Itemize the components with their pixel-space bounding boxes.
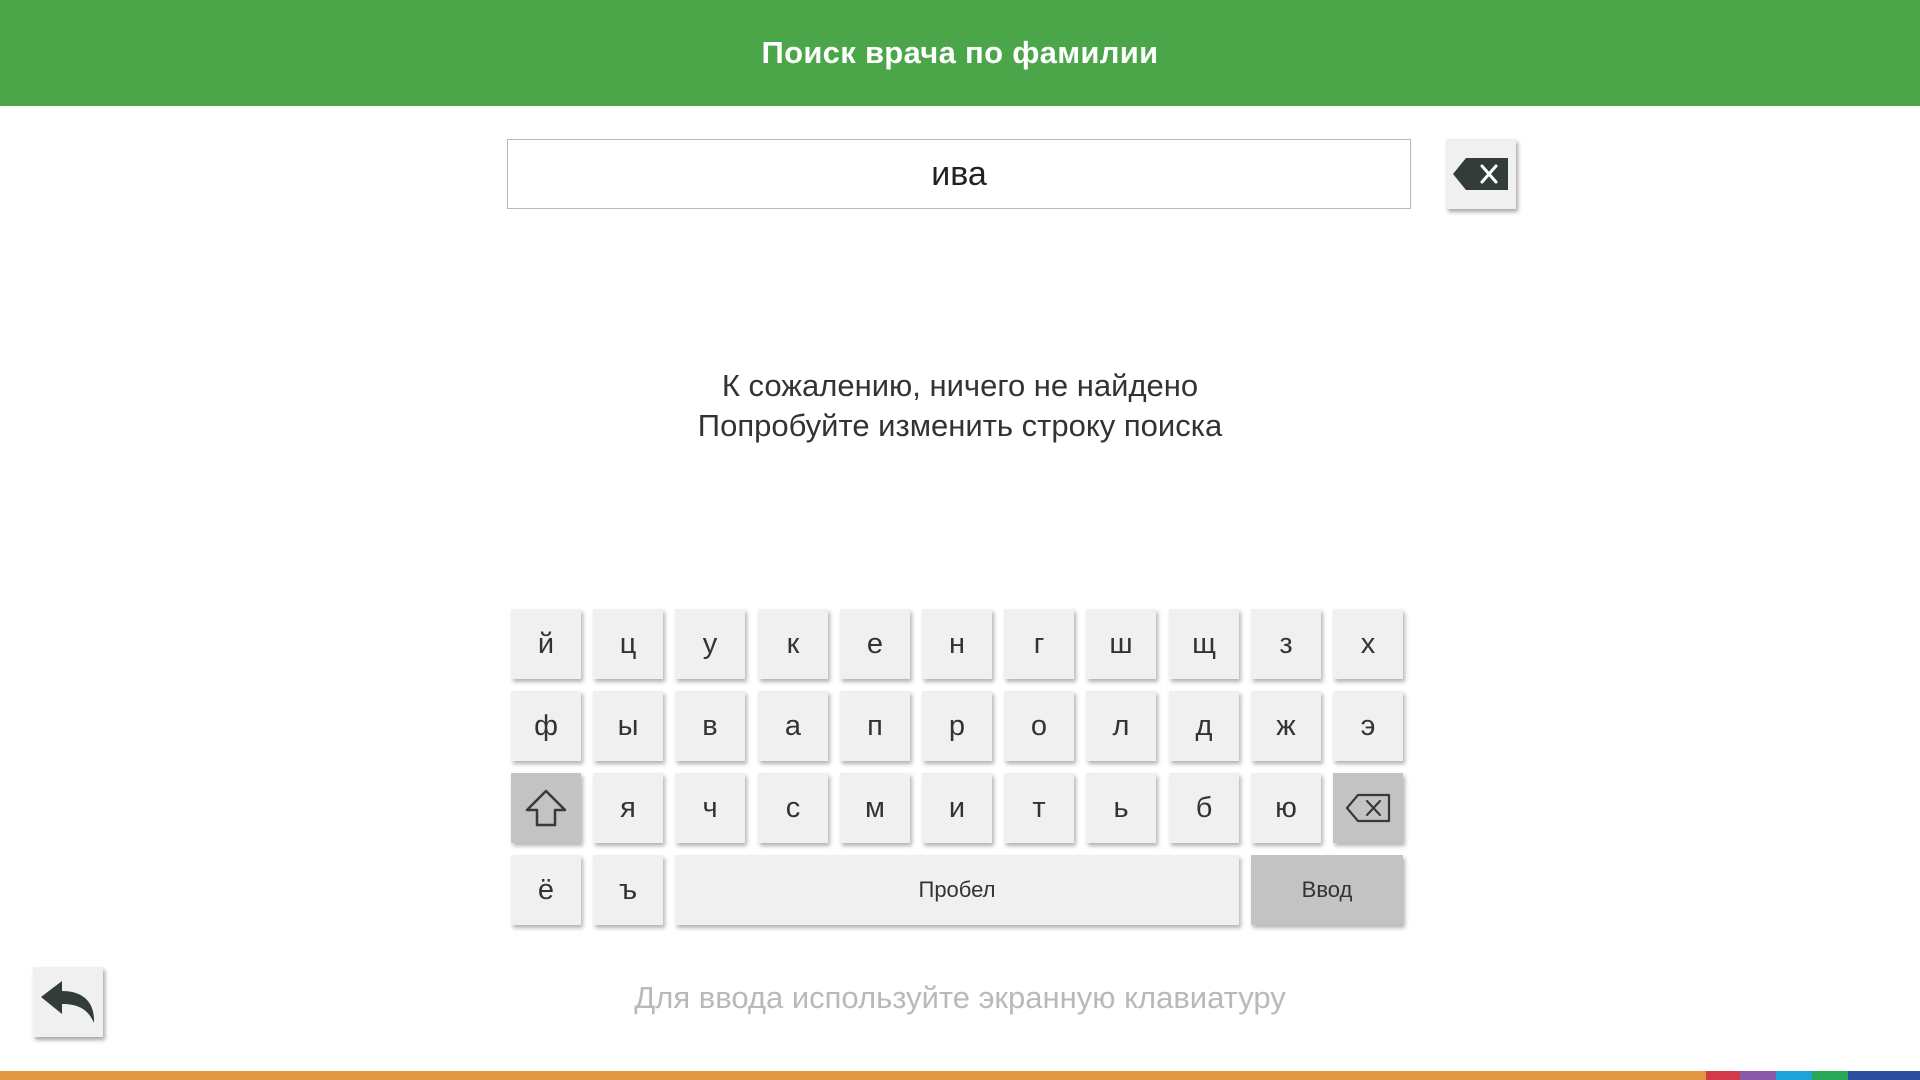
header: Поиск врача по фамилии xyxy=(0,0,1920,106)
key[interactable]: б xyxy=(1169,773,1239,843)
key[interactable]: я xyxy=(593,773,663,843)
key[interactable]: ч xyxy=(675,773,745,843)
footer-segment xyxy=(1706,1071,1740,1080)
on-screen-keyboard: й ц у к е н г ш щ з х ф ы в а п р о л д … xyxy=(511,609,1406,929)
suggestion-line: Попробуйте изменить строку поиска xyxy=(697,408,1223,443)
key[interactable]: ё xyxy=(511,855,581,925)
footer-segment xyxy=(1812,1071,1848,1080)
key[interactable]: д xyxy=(1169,691,1239,761)
key[interactable]: а xyxy=(758,691,828,761)
key[interactable]: к xyxy=(758,609,828,679)
footer-segment xyxy=(1776,1071,1812,1080)
key[interactable]: ы xyxy=(593,691,663,761)
footer-segment xyxy=(1740,1071,1776,1080)
enter-key[interactable]: Ввод xyxy=(1251,855,1403,925)
key[interactable]: р xyxy=(922,691,992,761)
key[interactable]: ю xyxy=(1251,773,1321,843)
key[interactable]: и xyxy=(922,773,992,843)
search-input[interactable]: ива xyxy=(507,139,1411,209)
key[interactable]: з xyxy=(1251,609,1321,679)
shift-key[interactable] xyxy=(511,773,581,843)
input-hint: Для ввода используйте экранную клавиатур… xyxy=(634,980,1286,1015)
key[interactable]: х xyxy=(1333,609,1403,679)
key[interactable]: у xyxy=(675,609,745,679)
footer-color-bar xyxy=(0,1071,1920,1080)
key[interactable]: ш xyxy=(1086,609,1156,679)
key[interactable]: н xyxy=(922,609,992,679)
key[interactable]: э xyxy=(1333,691,1403,761)
page-title: Поиск врача по фамилии xyxy=(761,35,1159,70)
clear-search-button[interactable] xyxy=(1446,139,1516,209)
key[interactable]: ц xyxy=(593,609,663,679)
key[interactable]: г xyxy=(1004,609,1074,679)
key[interactable]: м xyxy=(840,773,910,843)
key[interactable]: л xyxy=(1086,691,1156,761)
key[interactable]: ь xyxy=(1086,773,1156,843)
key[interactable]: е xyxy=(840,609,910,679)
back-arrow-icon xyxy=(41,981,95,1023)
space-key[interactable]: Пробел xyxy=(675,855,1239,925)
key[interactable]: п xyxy=(840,691,910,761)
key[interactable]: ф xyxy=(511,691,581,761)
backspace-key[interactable] xyxy=(1333,773,1403,843)
key[interactable]: с xyxy=(758,773,828,843)
backspace-icon xyxy=(1345,793,1391,823)
key[interactable]: о xyxy=(1004,691,1074,761)
no-results-message: К сожалению, ничего не найдено Попробуйт… xyxy=(0,366,1920,446)
footer-segment xyxy=(1848,1071,1920,1080)
back-button[interactable] xyxy=(33,967,103,1037)
key[interactable]: щ xyxy=(1169,609,1239,679)
shift-arrow-icon xyxy=(525,789,567,827)
key[interactable]: й xyxy=(511,609,581,679)
key[interactable]: т xyxy=(1004,773,1074,843)
no-results-line: К сожалению, ничего не найдено xyxy=(721,368,1199,403)
footer-segment xyxy=(0,1071,1706,1080)
key[interactable]: ж xyxy=(1251,691,1321,761)
key[interactable]: в xyxy=(675,691,745,761)
key[interactable]: ъ xyxy=(593,855,663,925)
backspace-x-icon xyxy=(1453,158,1508,190)
